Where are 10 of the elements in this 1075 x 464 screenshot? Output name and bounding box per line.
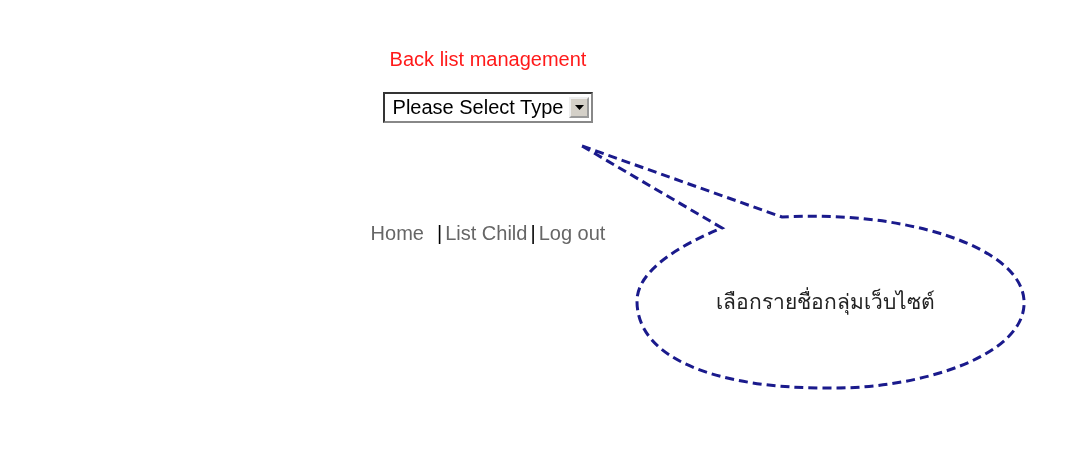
caret-icon: [574, 105, 584, 110]
nav-link[interactable]: List Child: [445, 220, 528, 246]
type-select[interactable]: Please Select Type: [382, 92, 594, 123]
callout-text: เลือกรายชื่อกลุ่มเว็บไซต์: [690, 285, 960, 318]
page-title: Back list management: [389, 47, 587, 72]
nav-separator: |: [530, 221, 536, 246]
nav-link[interactable]: Log out: [538, 220, 606, 246]
nav-separator: |: [436, 221, 443, 246]
nav-link[interactable]: Home: [370, 220, 424, 246]
dropdown-button[interactable]: [569, 97, 590, 118]
